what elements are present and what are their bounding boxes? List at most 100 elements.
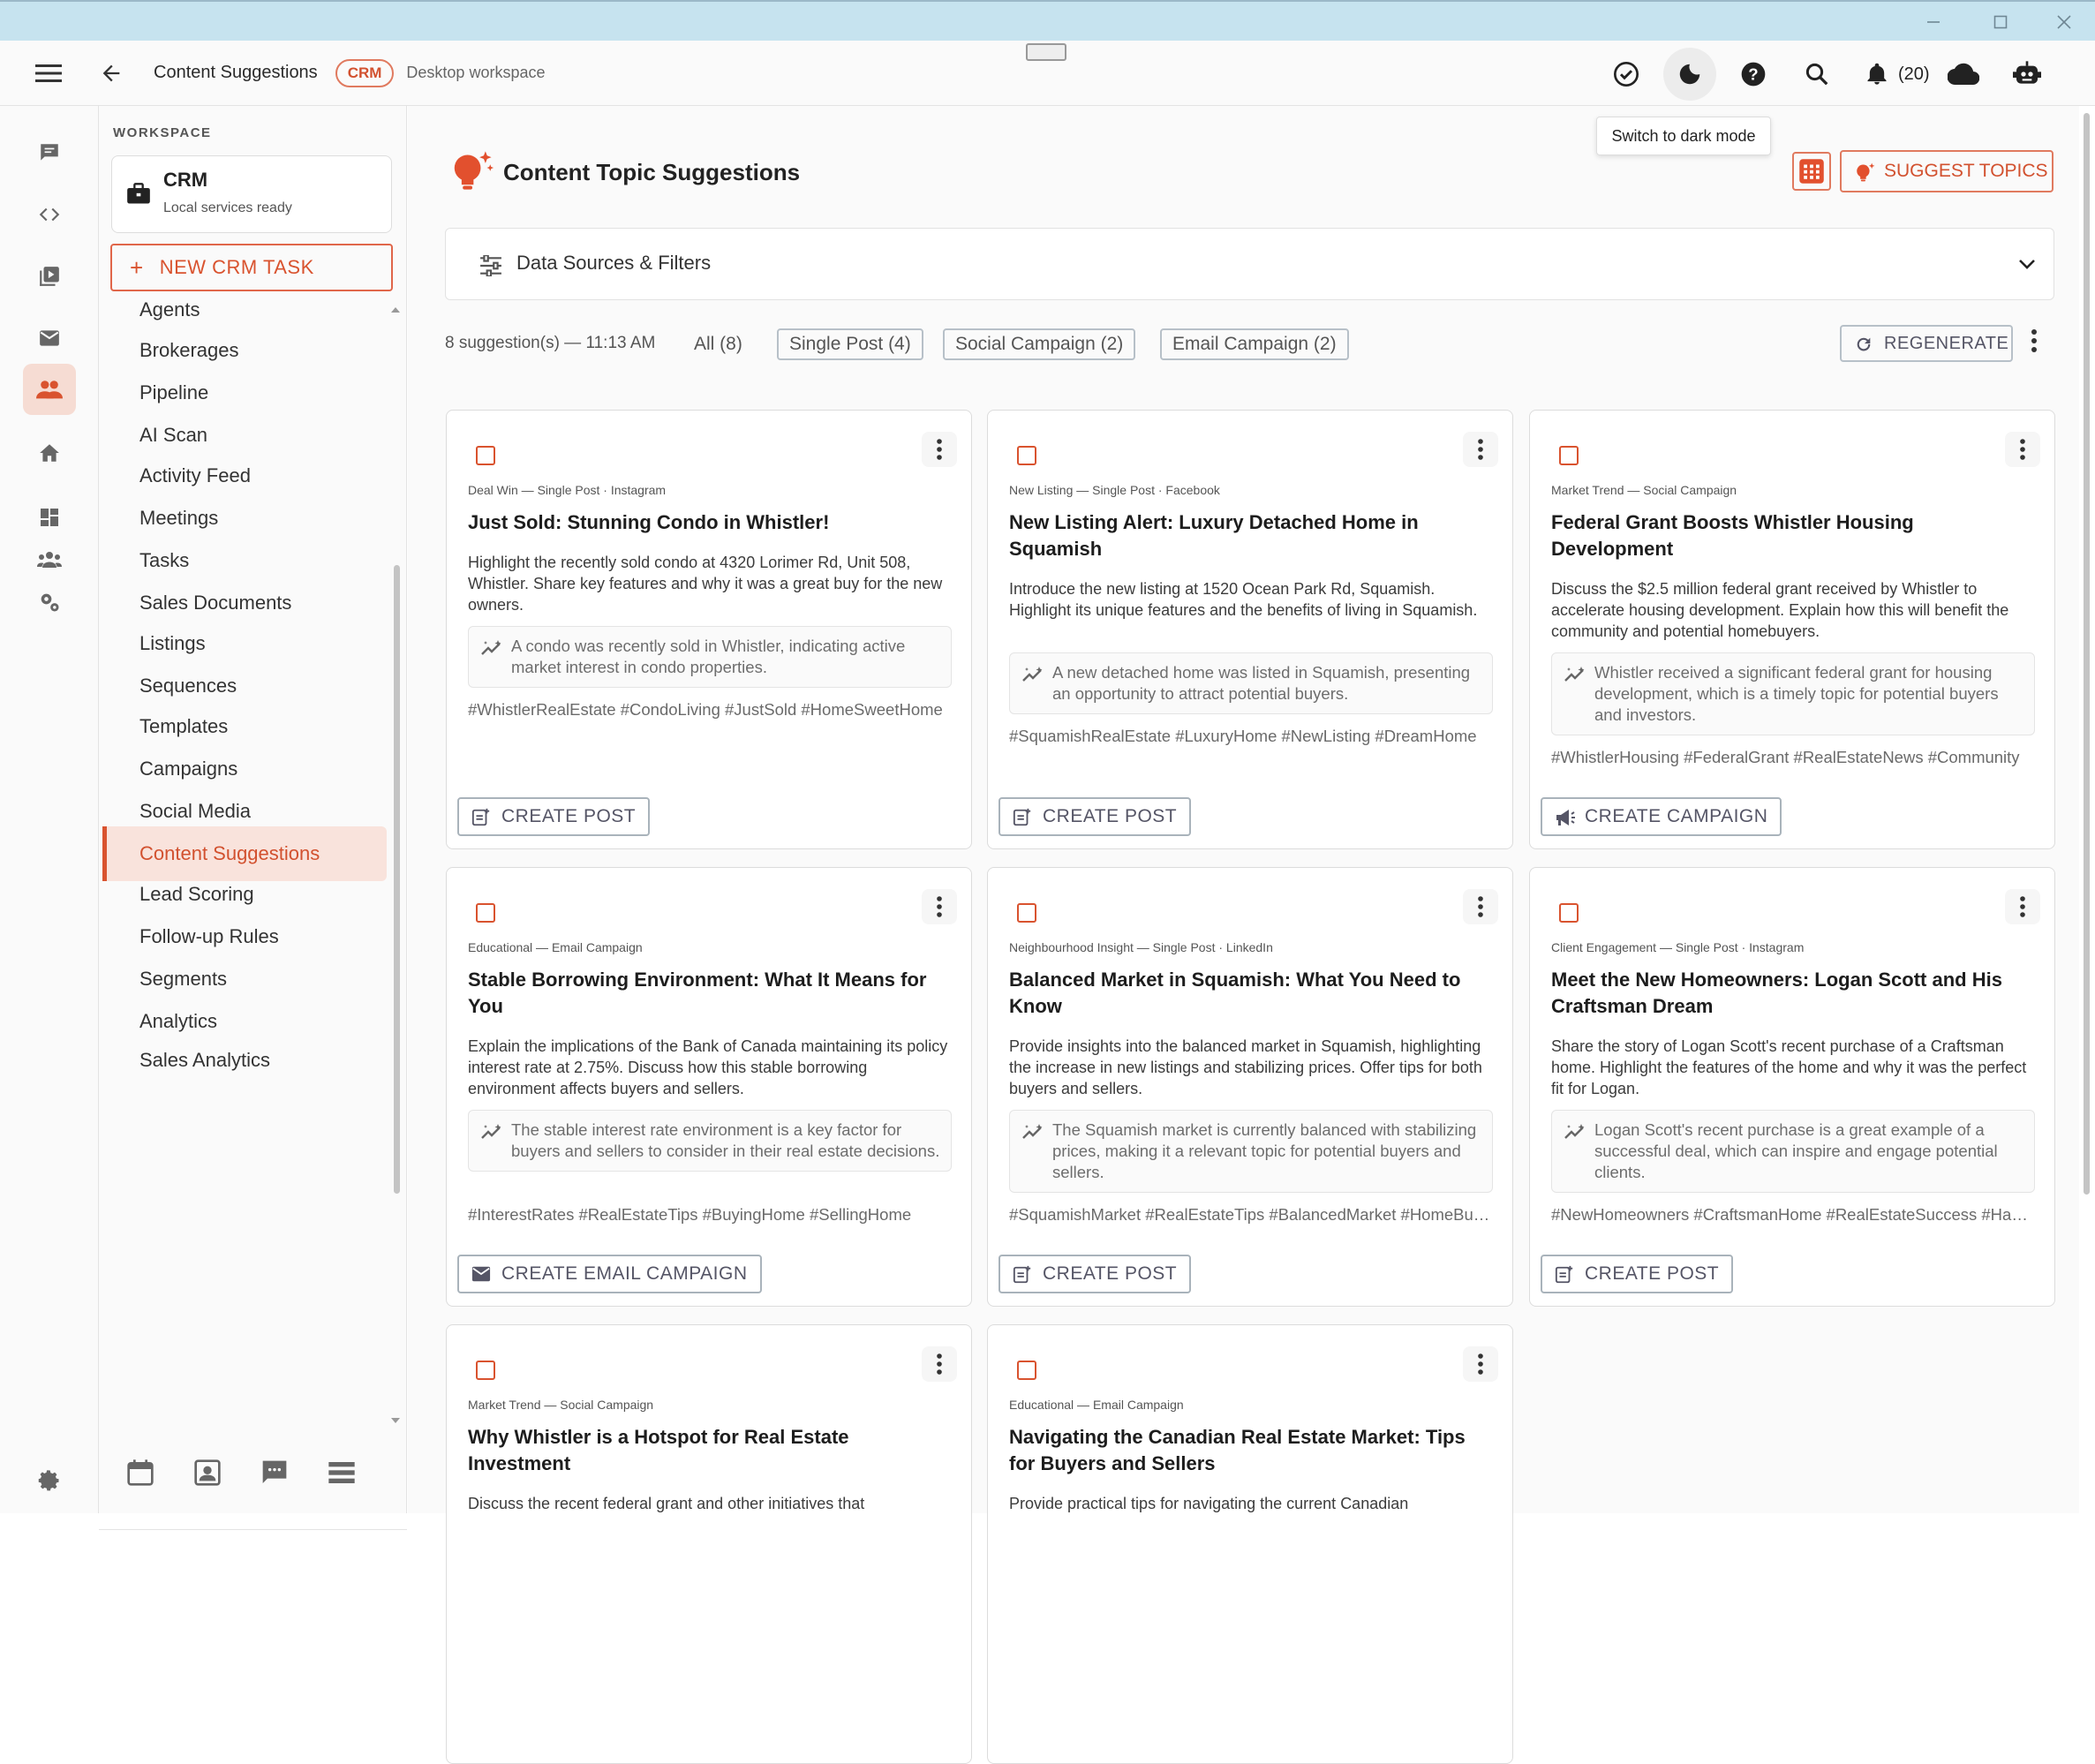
sidebar-item-label: Listings <box>139 632 206 654</box>
trend-sparkle-icon <box>481 639 502 657</box>
assistant-robot-icon[interactable] <box>2001 48 2054 101</box>
filter-chip-social-campaign[interactable]: Social Campaign (2) <box>943 328 1136 360</box>
suggestion-card[interactable]: Educational — Email Campaign Stable Borro… <box>446 867 972 1307</box>
contact-card-icon[interactable] <box>192 1455 222 1490</box>
card-action-label: CREATE POST <box>1585 1263 1720 1284</box>
filter-chip-email-campaign[interactable]: Email Campaign (2) <box>1160 328 1349 360</box>
suggestion-card[interactable]: New Listing — Single Post · Facebook New … <box>987 410 1513 849</box>
suggestion-card[interactable]: Client Engagement — Single Post · Instag… <box>1529 867 2055 1307</box>
sidebar-item-label: Activity Feed <box>139 464 251 486</box>
icon-rail <box>0 106 99 1513</box>
card-more-options-icon[interactable] <box>922 889 957 924</box>
page-title: Content Topic Suggestions <box>503 159 801 185</box>
new-crm-task-button[interactable]: + NEW CRM TASK <box>110 244 393 291</box>
card-more-options-icon[interactable] <box>1463 889 1498 924</box>
sidebar-item-label: Pipeline <box>139 381 209 403</box>
dark-mode-tooltip: Switch to dark mode <box>1596 117 1771 155</box>
card-hashtags: #NewHomeowners #CraftsmanHome #RealEstat… <box>1551 1205 2035 1224</box>
card-action-button[interactable]: CREATE EMAIL CAMPAIGN <box>457 1255 762 1293</box>
select-checkbox[interactable] <box>1017 903 1036 923</box>
help-icon[interactable]: ? <box>1727 48 1780 101</box>
workspace-status: Local services ready <box>163 200 292 215</box>
maximize-icon[interactable] <box>1983 7 2018 37</box>
trend-sparkle-icon <box>481 1123 502 1141</box>
card-action-button[interactable]: CREATE POST <box>999 797 1192 836</box>
refresh-icon <box>1854 335 1873 354</box>
suggestion-card[interactable]: Market Trend — Social Campaign Why Whistl… <box>446 1324 972 1764</box>
rail-chat-icon[interactable] <box>23 127 76 178</box>
card-more-options-icon[interactable] <box>1463 1346 1498 1382</box>
suggestion-card[interactable]: Market Trend — Social Campaign Federal Gr… <box>1529 410 2055 849</box>
sidebar-scrollbar[interactable] <box>394 565 400 1194</box>
card-title: New Listing Alert: Luxury Detached Home … <box>1009 511 1419 560</box>
rail-crm-people-icon[interactable] <box>23 364 76 415</box>
sidebar-item-sales-analytics[interactable]: Sales Analytics <box>102 1033 387 1088</box>
select-checkbox[interactable] <box>476 1361 495 1380</box>
select-checkbox[interactable] <box>1559 903 1579 923</box>
filter-chip-single-post[interactable]: Single Post (4) <box>777 328 923 360</box>
card-meta: Neighbourhood Insight — Single Post · Li… <box>1009 940 1273 954</box>
workspace-card[interactable]: CRM Local services ready <box>111 155 392 233</box>
card-description: Provide practical tips for navigating th… <box>1009 1495 1409 1512</box>
suggest-topics-button[interactable]: SUGGEST TOPICS <box>1840 150 2054 192</box>
sidebar-item-label: Sales Analytics <box>139 1049 270 1071</box>
messages-icon[interactable] <box>260 1455 290 1490</box>
suggestion-card[interactable]: Deal Win — Single Post · Instagram Just S… <box>446 410 972 849</box>
chevron-down-icon[interactable] <box>2017 257 2037 271</box>
card-more-options-icon[interactable] <box>2005 432 2040 467</box>
suggestion-card[interactable]: Neighbourhood Insight — Single Post · Li… <box>987 867 1513 1307</box>
close-icon[interactable] <box>2046 7 2082 37</box>
card-more-options-icon[interactable] <box>922 1346 957 1382</box>
more-options-icon[interactable] <box>2031 328 2038 353</box>
grid-view-button[interactable] <box>1792 152 1831 191</box>
sidebar-item-label: Follow-up Rules <box>139 925 279 947</box>
card-action-label: CREATE CAMPAIGN <box>1585 806 1768 826</box>
workspace-label: Desktop workspace <box>406 64 546 81</box>
card-more-options-icon[interactable] <box>922 432 957 467</box>
tasks-check-icon[interactable] <box>1600 48 1653 101</box>
rail-mail-icon[interactable] <box>23 313 76 364</box>
notification-bell-icon[interactable] <box>1859 48 1895 101</box>
trend-sparkle-icon <box>1022 666 1044 683</box>
dark-mode-moon-icon[interactable] <box>1663 48 1716 101</box>
card-action-button[interactable]: CREATE POST <box>999 1255 1192 1293</box>
data-sources-filters-panel[interactable]: Data Sources & Filters <box>445 228 2054 300</box>
scroll-down-arrow-icon[interactable] <box>390 1416 401 1425</box>
window-drag-handle[interactable] <box>1026 43 1066 61</box>
minimize-icon[interactable] <box>1916 7 1951 37</box>
notification-count: (20) <box>1898 64 1930 84</box>
card-more-options-icon[interactable] <box>1463 432 1498 467</box>
card-action-button[interactable]: CREATE CAMPAIGN <box>1541 797 1782 836</box>
sidebar-item-label: Analytics <box>139 1010 218 1032</box>
card-more-options-icon[interactable] <box>2005 889 2040 924</box>
select-checkbox[interactable] <box>1017 1361 1036 1380</box>
page-breadcrumb-title: Content Suggestions <box>154 63 318 82</box>
select-checkbox[interactable] <box>1559 446 1579 465</box>
rail-home-icon[interactable] <box>23 427 76 479</box>
suggestion-card[interactable]: Educational — Email Campaign Navigating t… <box>987 1324 1513 1764</box>
back-arrow-icon[interactable] <box>87 49 136 98</box>
rail-dashboard-icon[interactable] <box>23 496 76 539</box>
rail-groups-icon[interactable] <box>23 539 76 581</box>
card-hashtags: #WhistlerRealEstate #CondoLiving #JustSo… <box>468 700 943 719</box>
rail-code-icon[interactable] <box>23 189 76 240</box>
card-action-button[interactable]: CREATE POST <box>1541 1255 1734 1293</box>
card-insight-text: A new detached home was listed in Squami… <box>1052 663 1471 703</box>
search-icon[interactable] <box>1790 48 1843 101</box>
scroll-up-arrow-icon[interactable] <box>390 305 401 314</box>
calendar-icon[interactable] <box>125 1455 155 1490</box>
rail-media-icon[interactable] <box>23 251 76 302</box>
menu-icon[interactable] <box>24 49 73 98</box>
list-view-icon[interactable] <box>327 1455 357 1490</box>
select-checkbox[interactable] <box>1017 446 1036 465</box>
filter-chip-all[interactable]: All (8) <box>683 328 753 360</box>
select-checkbox[interactable] <box>476 446 495 465</box>
select-checkbox[interactable] <box>476 903 495 923</box>
rail-bottom-settings-icon[interactable] <box>23 1455 76 1506</box>
main-scrollbar[interactable] <box>2084 113 2090 1195</box>
cloud-sync-icon[interactable] <box>1937 48 1990 101</box>
megaphone-icon <box>1555 808 1576 827</box>
regenerate-button[interactable]: REGENERATE <box>1840 325 2013 362</box>
rail-settings-gears-icon[interactable] <box>23 581 76 623</box>
card-action-button[interactable]: CREATE POST <box>457 797 651 836</box>
